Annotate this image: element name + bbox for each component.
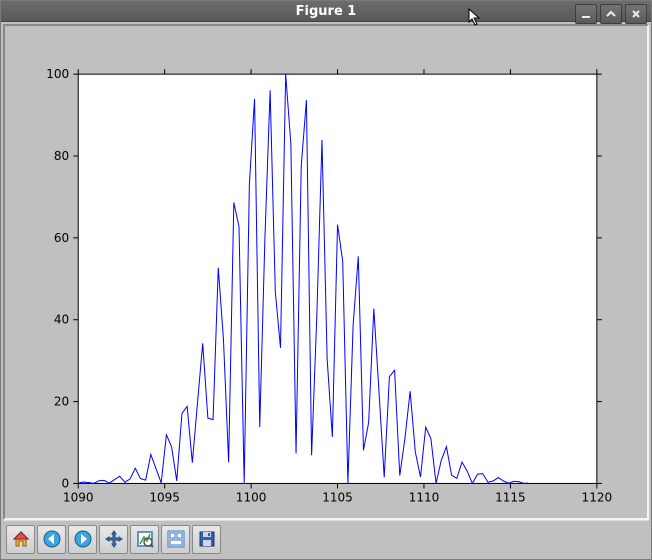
x-tick-label: 1110 — [409, 491, 440, 505]
y-tick-label: 20 — [54, 395, 69, 409]
figure-window: Figure 1 1090 1095 1100 1105 1110 1115 1120 0 20… — [0, 0, 652, 560]
back-button[interactable] — [37, 525, 66, 554]
y-tick-label: 0 — [62, 477, 70, 491]
x-tick-label: 1100 — [236, 491, 267, 505]
plot-canvas[interactable]: 1090 1095 1100 1105 1110 1115 1120 0 20 40 60 80 100 — [5, 26, 647, 518]
configure-subplots-button[interactable] — [161, 525, 190, 554]
window-body: 1090 1095 1100 1105 1110 1115 1120 0 20 40 60 80 100 — [1, 22, 651, 559]
titlebar[interactable]: Figure 1 — [1, 1, 651, 22]
plot-canvas-frame: 1090 1095 1100 1105 1110 1115 1120 0 20 40 60 80 100 — [3, 24, 649, 520]
pan-button[interactable] — [99, 525, 128, 554]
close-button[interactable] — [625, 4, 647, 24]
zoom-button[interactable] — [130, 525, 159, 554]
forward-arrow-icon — [73, 529, 93, 549]
axes-area[interactable] — [78, 75, 597, 484]
y-tick-label: 80 — [54, 149, 69, 163]
y-tick-label: 100 — [46, 68, 69, 82]
minimize-icon — [581, 9, 591, 19]
forward-button[interactable] — [68, 525, 97, 554]
save-button[interactable] — [192, 525, 221, 554]
home-button[interactable] — [6, 525, 35, 554]
zoom-icon — [135, 529, 155, 549]
window-buttons — [575, 4, 647, 24]
y-tick-label: 60 — [54, 231, 69, 245]
close-icon — [631, 9, 641, 19]
pan-icon — [104, 529, 124, 549]
x-tick-label: 1120 — [582, 491, 613, 505]
x-tick-label: 1095 — [149, 491, 180, 505]
save-icon — [197, 529, 217, 549]
x-tick-label: 1090 — [63, 491, 94, 505]
x-tick-label: 1115 — [495, 491, 526, 505]
maximize-icon — [606, 9, 616, 19]
maximize-button[interactable] — [600, 4, 622, 24]
y-tick-label: 40 — [54, 313, 69, 327]
back-arrow-icon — [42, 529, 62, 549]
window-title: Figure 1 — [1, 4, 651, 19]
matplotlib-toolbar — [3, 520, 649, 557]
subplots-icon — [166, 529, 186, 549]
x-tick-label: 1105 — [322, 491, 353, 505]
minimize-button[interactable] — [575, 4, 597, 24]
home-icon — [11, 529, 31, 549]
